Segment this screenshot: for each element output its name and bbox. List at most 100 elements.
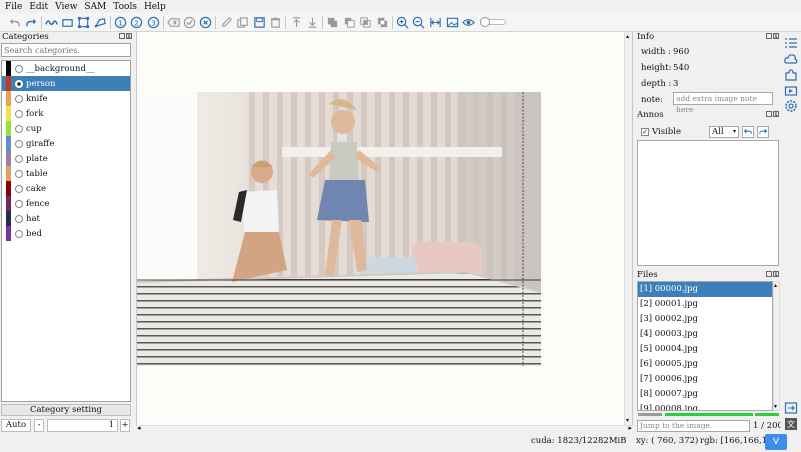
point-1-icon[interactable]: 1: [113, 15, 128, 30]
polygon-icon[interactable]: [93, 15, 108, 30]
list-icon[interactable]: [784, 36, 798, 50]
edit-icon[interactable]: [219, 15, 234, 30]
rectangle-icon[interactable]: [60, 15, 75, 30]
category-item[interactable]: knife: [2, 91, 130, 106]
category-setting-button[interactable]: Category setting: [1, 404, 131, 416]
cloud-icon[interactable]: [784, 52, 798, 66]
bbox-icon[interactable]: [76, 15, 91, 30]
finish-icon[interactable]: [182, 15, 197, 30]
jump-to-image-input[interactable]: Jump to the image.: [637, 420, 750, 432]
category-item[interactable]: fence: [2, 196, 130, 211]
cancel-icon[interactable]: [198, 15, 213, 30]
scroll-left-icon[interactable]: ◂: [137, 424, 141, 432]
menu-help[interactable]: Help: [144, 2, 166, 12]
scroll-up-icon[interactable]: ▴: [774, 282, 777, 289]
close-icon[interactable]: x: [773, 271, 779, 278]
clear-icon[interactable]: [166, 15, 181, 30]
scroll-down-icon[interactable]: ▾: [626, 417, 629, 424]
category-radio[interactable]: [15, 109, 23, 118]
file-item[interactable]: [9] 00008.jpg: [638, 402, 772, 410]
exclude-icon[interactable]: [375, 15, 390, 30]
image-view[interactable]: [137, 92, 541, 366]
zoom-out-icon[interactable]: [411, 15, 426, 30]
file-item[interactable]: [2] 00001.jpg: [638, 297, 772, 312]
sam-icon[interactable]: [44, 15, 59, 30]
filter-select[interactable]: All ▾: [709, 126, 739, 138]
undo-icon[interactable]: [7, 15, 22, 30]
canvas-vertical-scrollbar[interactable]: ▴ ▾: [624, 32, 632, 425]
category-radio[interactable]: [15, 154, 23, 163]
version-button[interactable]: V: [765, 434, 787, 450]
slider-handle[interactable]: [480, 17, 490, 27]
category-radio[interactable]: [15, 79, 23, 88]
mask-opacity-slider[interactable]: [480, 17, 506, 27]
category-radio[interactable]: [15, 169, 23, 178]
menu-view[interactable]: View: [55, 2, 77, 12]
float-icon[interactable]: [119, 33, 125, 39]
dock-icon[interactable]: [784, 401, 798, 415]
file-item[interactable]: [5] 00004.jpg: [638, 342, 772, 357]
close-icon[interactable]: x: [773, 33, 779, 40]
float-icon[interactable]: [766, 33, 772, 39]
zoom-in-icon[interactable]: [395, 15, 410, 30]
category-item[interactable]: table: [2, 166, 130, 181]
menu-sam[interactable]: SAM: [84, 2, 106, 12]
category-item[interactable]: __background__: [2, 61, 130, 76]
point-3-icon[interactable]: 3: [146, 15, 161, 30]
category-item[interactable]: giraffe: [2, 136, 130, 151]
menu-edit[interactable]: Edit: [29, 2, 48, 12]
close-icon[interactable]: x: [126, 33, 132, 40]
category-radio[interactable]: [15, 64, 23, 73]
file-item[interactable]: [7] 00006.jpg: [638, 372, 772, 387]
save-icon[interactable]: [252, 15, 267, 30]
category-radio[interactable]: [15, 124, 23, 133]
file-item[interactable]: [8] 00007.jpg: [638, 387, 772, 402]
auto-button[interactable]: Auto: [1, 419, 31, 432]
fit-width-icon[interactable]: [428, 15, 443, 30]
category-radio[interactable]: [15, 229, 23, 238]
category-radio[interactable]: [15, 184, 23, 193]
step-value-field[interactable]: 1: [47, 419, 118, 432]
scroll-right-icon[interactable]: ▸: [628, 424, 632, 432]
scroll-up-icon[interactable]: ▴: [626, 33, 629, 40]
file-item[interactable]: [4] 00003.jpg: [638, 327, 772, 342]
file-item[interactable]: [3] 00002.jpg: [638, 312, 772, 327]
increment-button[interactable]: +: [120, 419, 130, 432]
subtract-icon[interactable]: [342, 15, 357, 30]
visible-checkbox[interactable]: ✓: [641, 128, 649, 136]
redo-icon[interactable]: [24, 15, 39, 30]
files-scrollbar[interactable]: ▴ ▾: [773, 281, 780, 411]
category-item[interactable]: plate: [2, 151, 130, 166]
settings-icon[interactable]: [784, 99, 798, 113]
category-item[interactable]: hat: [2, 211, 130, 226]
file-item[interactable]: [6] 00005.jpg: [638, 357, 772, 372]
canvas-horizontal-scrollbar[interactable]: ◂ ▸: [136, 424, 633, 432]
plugin-icon[interactable]: [784, 68, 798, 82]
annos-prev-button[interactable]: [742, 126, 754, 138]
visibility-icon[interactable]: [461, 15, 476, 30]
translate-icon[interactable]: 文: [784, 417, 798, 431]
union-icon[interactable]: [325, 15, 340, 30]
category-item[interactable]: person: [2, 76, 130, 91]
copy-icon[interactable]: [235, 15, 250, 30]
annotation-list[interactable]: [637, 140, 779, 266]
category-radio[interactable]: [15, 139, 23, 148]
move-to-bottom-icon[interactable]: [305, 15, 320, 30]
float-icon[interactable]: [766, 271, 772, 277]
file-item[interactable]: [1] 00000.jpg: [638, 282, 772, 297]
category-radio[interactable]: [15, 214, 23, 223]
delete-icon[interactable]: [268, 15, 283, 30]
category-item[interactable]: bed: [2, 226, 130, 241]
move-to-top-icon[interactable]: [289, 15, 304, 30]
float-icon[interactable]: [766, 111, 772, 117]
category-item[interactable]: cup: [2, 121, 130, 136]
video-icon[interactable]: [784, 84, 798, 98]
category-radio[interactable]: [15, 94, 23, 103]
close-icon[interactable]: x: [773, 111, 779, 118]
category-search-input[interactable]: [1, 43, 131, 57]
category-radio[interactable]: [15, 199, 23, 208]
point-2-icon[interactable]: 2: [129, 15, 144, 30]
decrement-button[interactable]: -: [34, 419, 44, 432]
category-item[interactable]: cake: [2, 181, 130, 196]
category-item[interactable]: fork: [2, 106, 130, 121]
